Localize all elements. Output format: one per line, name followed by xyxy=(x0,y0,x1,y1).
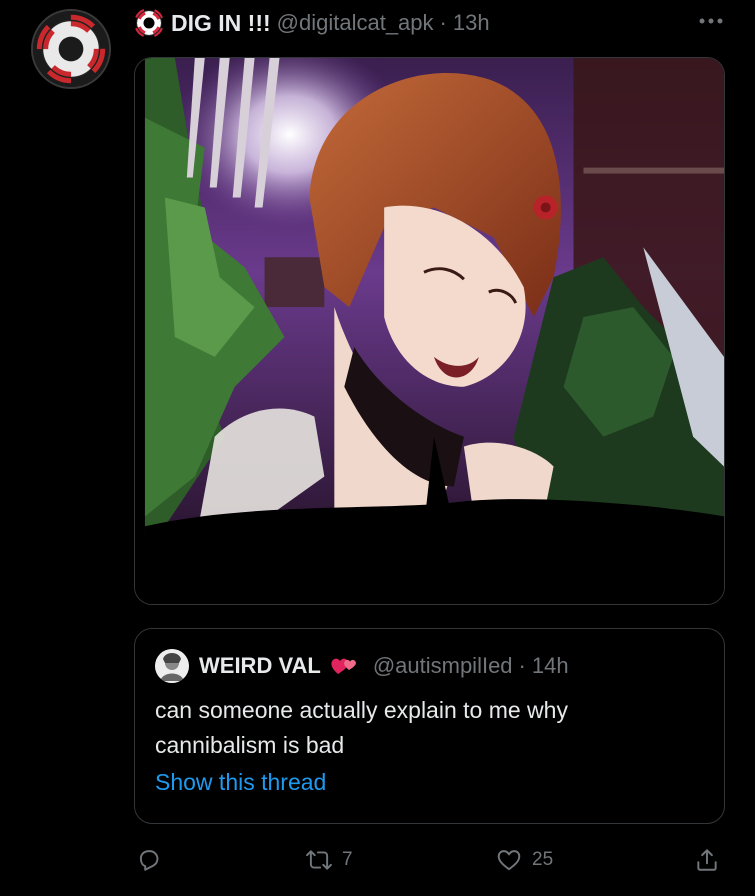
tweet: DIG IN !!! @digitalcat_apk · 13h WEIRD V… xyxy=(0,0,755,896)
reply-button[interactable] xyxy=(136,840,162,880)
retweet-button[interactable]: 7 xyxy=(306,840,353,880)
like-count: 25 xyxy=(532,849,554,870)
separator-dot: · xyxy=(439,10,447,35)
share-icon xyxy=(694,847,720,873)
reply-icon xyxy=(136,847,162,873)
separator-dot: · xyxy=(518,653,526,678)
retweet-icon xyxy=(306,847,332,873)
author-avatar[interactable] xyxy=(31,9,111,89)
heart-icon xyxy=(496,847,522,873)
tweet-header: DIG IN !!! @digitalcat_apk · 13h xyxy=(135,8,490,38)
author-display-name[interactable]: DIG IN !!! xyxy=(171,10,271,37)
retweet-count: 7 xyxy=(342,849,353,870)
quoted-tweet-timestamp[interactable]: 14h xyxy=(532,653,569,679)
quoted-tweet-header: WEIRD VAL @autismpilIed · 14h xyxy=(155,649,569,683)
quoted-tweet-text: can someone actually explain to me why c… xyxy=(155,697,568,758)
tweet-timestamp[interactable]: 13h xyxy=(453,10,490,36)
tweet-media[interactable] xyxy=(134,57,725,605)
quoted-tweet[interactable]: WEIRD VAL @autismpilIed · 14h can someon… xyxy=(134,628,725,824)
quoted-author-handle[interactable]: @autismpilIed xyxy=(373,653,513,679)
author-handle[interactable]: @digitalcat_apk xyxy=(277,10,434,36)
tweet-actions: 7 25 xyxy=(134,840,734,880)
more-icon[interactable] xyxy=(697,14,725,28)
show-thread-link[interactable]: Show this thread xyxy=(155,769,326,796)
quoted-author-display-name[interactable]: WEIRD VAL xyxy=(199,653,321,679)
anime-artwork-image xyxy=(135,58,724,604)
share-button[interactable] xyxy=(694,840,720,880)
quoted-author-avatar[interactable] xyxy=(155,649,189,683)
like-button[interactable]: 25 xyxy=(496,840,553,880)
hearts-icon xyxy=(329,654,361,678)
lifebuoy-icon xyxy=(135,9,163,37)
